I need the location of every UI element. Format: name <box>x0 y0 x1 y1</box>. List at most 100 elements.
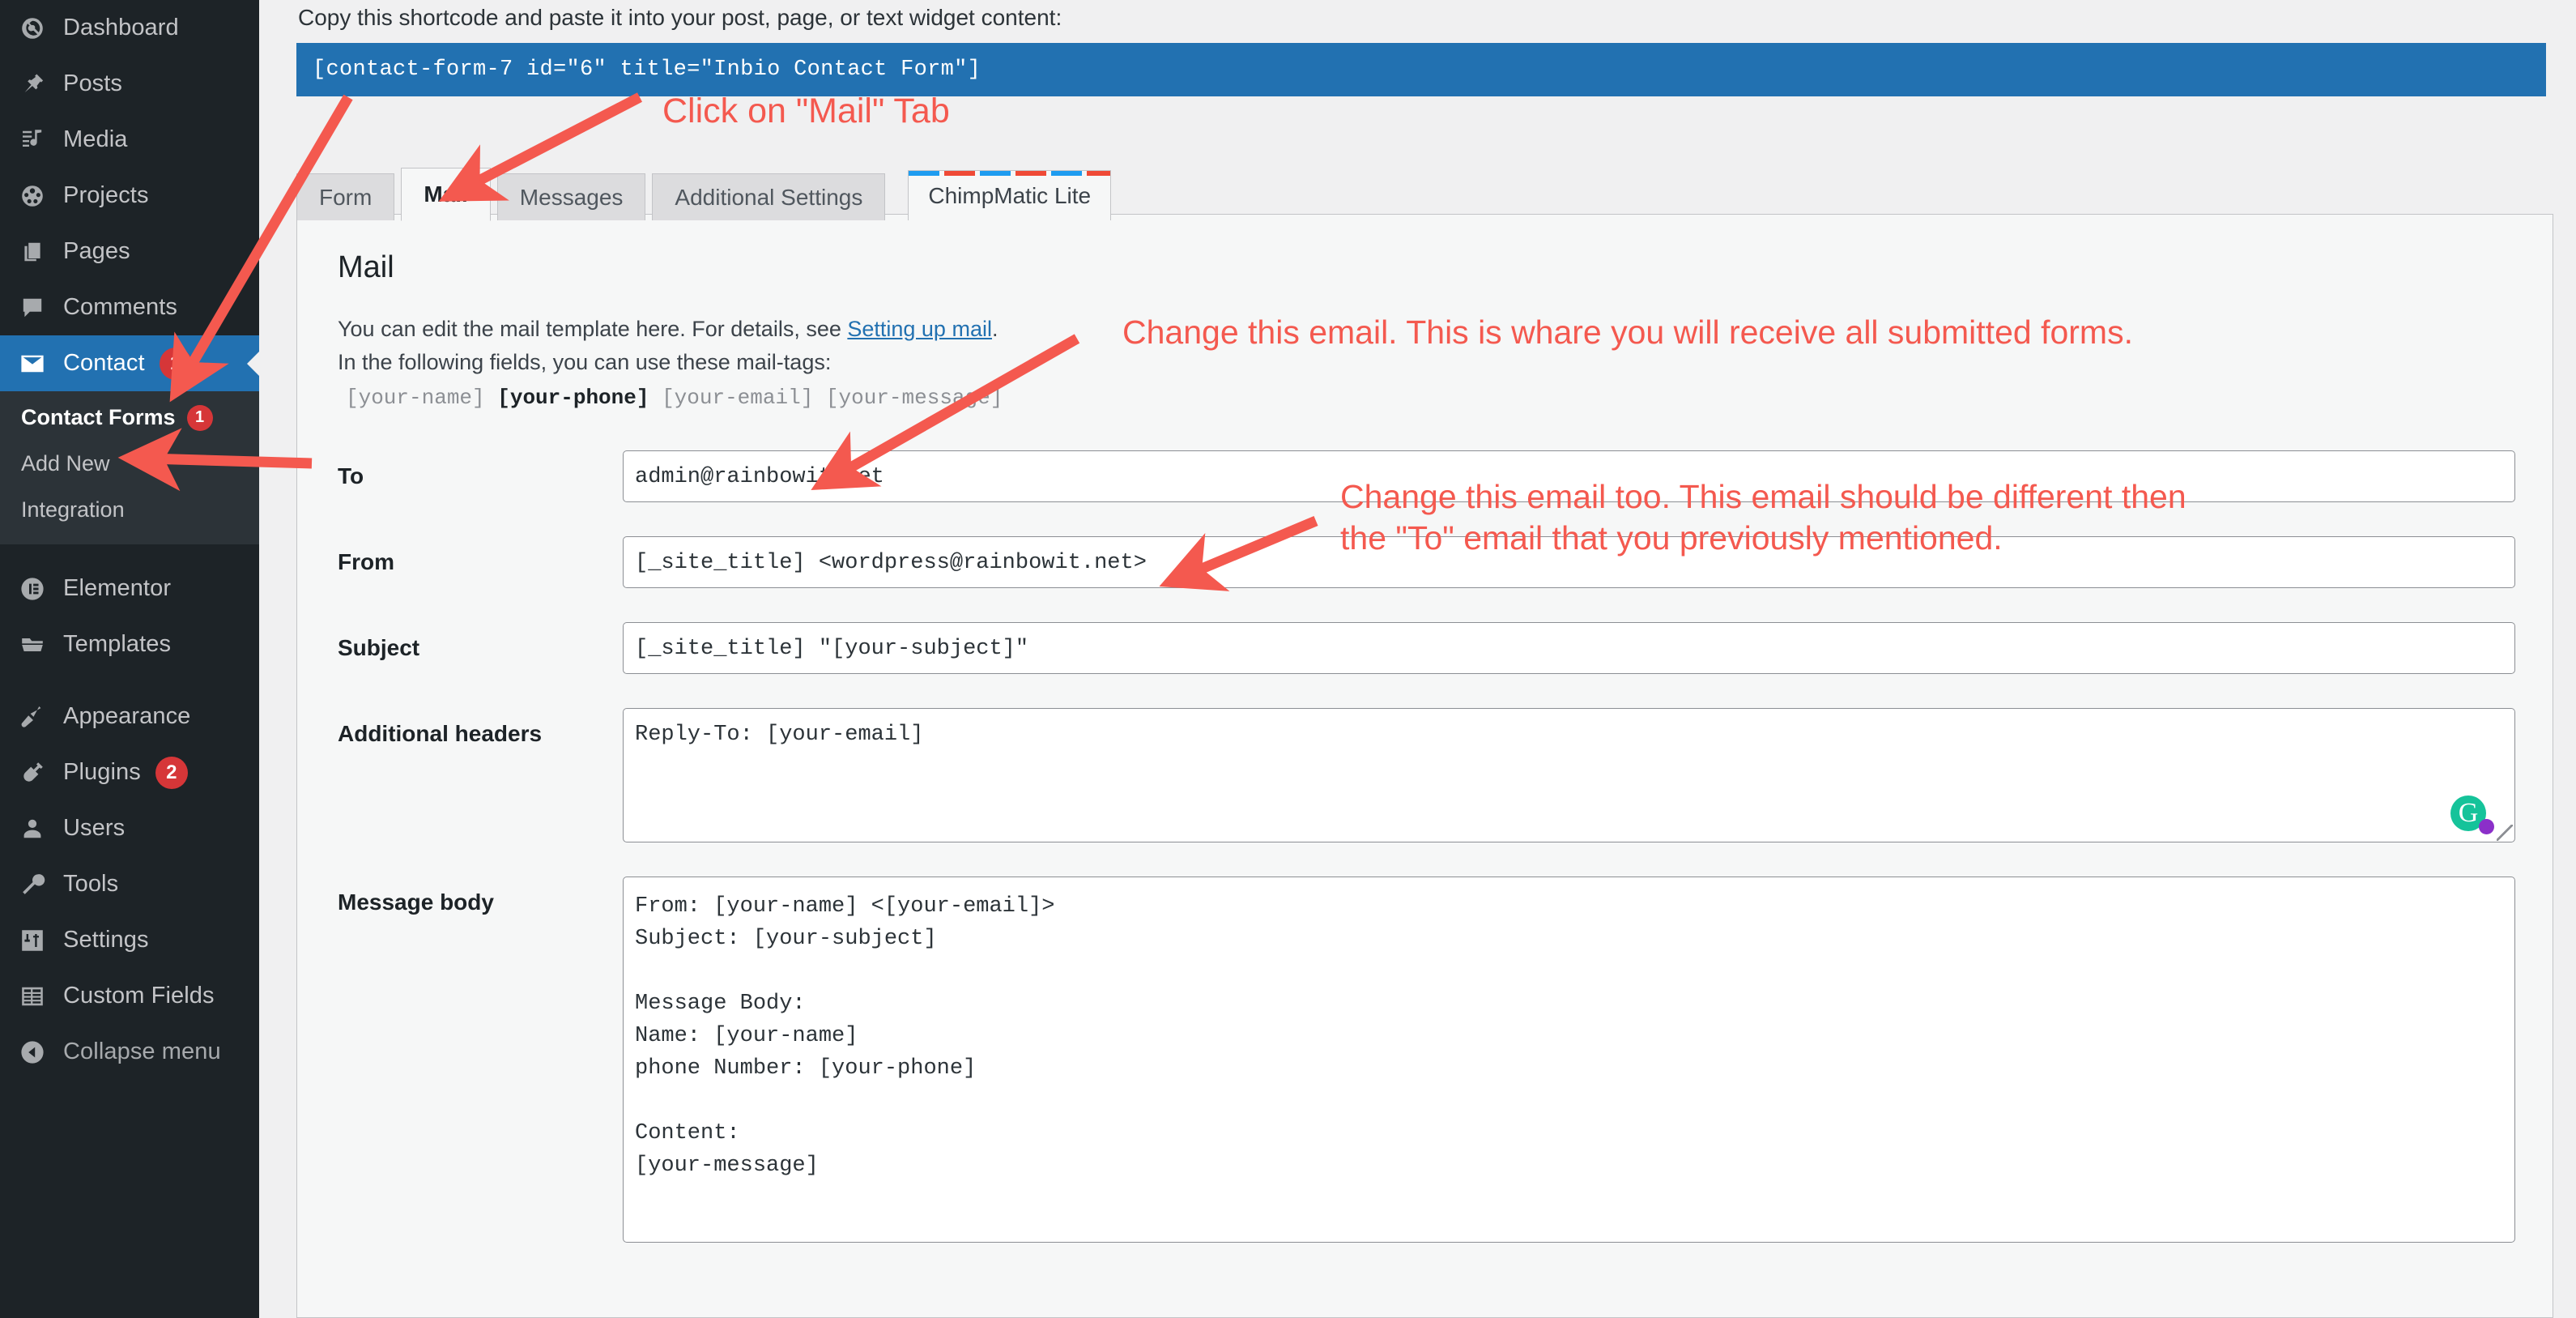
shortcode-value[interactable]: [contact-form-7 id="6" title="Inbio Cont… <box>296 43 2546 96</box>
tab-bar: Form Mail Messages Additional Settings C… <box>296 167 1118 221</box>
contact-submenu: Contact Forms 1 Add New Integration <box>0 391 259 544</box>
mail-tag-name: [your-name] <box>346 386 498 410</box>
mail-tag-phone: [your-phone] <box>497 386 649 410</box>
sidebar-item-contact[interactable]: Contact 1 <box>0 335 259 391</box>
film-icon <box>15 178 50 214</box>
message-body-textarea[interactable]: From: [your-name] <[your-email]> Subject… <box>623 877 2515 1243</box>
sidebar-item-label: Contact <box>63 350 145 376</box>
textarea-resize-handle[interactable] <box>2497 825 2513 841</box>
sidebar-item-label: Pages <box>63 238 130 264</box>
sidebar-item-dashboard[interactable]: Dashboard <box>0 0 259 56</box>
collapse-arrow-icon <box>15 1034 50 1070</box>
sidebar-item-label: Comments <box>63 294 177 320</box>
wrench-icon <box>15 867 50 902</box>
sidebar-item-collapse-menu[interactable]: Collapse menu <box>0 1024 259 1080</box>
mail-settings-panel: Mail You can edit the mail template here… <box>296 214 2553 1318</box>
tab-messages[interactable]: Messages <box>496 173 646 220</box>
envelope-icon <box>15 346 50 382</box>
sidebar-item-label: Posts <box>63 70 123 96</box>
message-body-wrap: From: [your-name] <[your-email]> Subject… <box>623 877 2515 1243</box>
sidebar-item-label: Settings <box>63 927 149 953</box>
desc-text-1: You can edit the mail template here. For… <box>338 317 848 341</box>
sidebar-item-label: Projects <box>63 182 149 208</box>
sidebar-item-users[interactable]: Users <box>0 800 259 856</box>
mail-tags-list: [your-name] [your-phone] [your-email] [y… <box>334 379 2515 416</box>
sidebar-item-custom-fields[interactable]: Custom Fields <box>0 968 259 1024</box>
sidebar-item-label: Dashboard <box>63 15 179 41</box>
plug-icon <box>15 755 50 791</box>
tab-label: Form <box>319 184 373 210</box>
tab-additional-settings[interactable]: Additional Settings <box>652 173 886 220</box>
subject-label: Subject <box>338 635 420 660</box>
to-label: To <box>338 463 364 488</box>
to-input[interactable]: admin@rainbowit.net <box>623 450 2515 502</box>
sidebar-item-label: Media <box>63 126 128 152</box>
additional-headers-textarea[interactable]: Reply-To: [your-email] <box>623 708 2515 842</box>
sidebar-item-comments[interactable]: Comments <box>0 279 259 335</box>
status-badge: 1 <box>186 404 213 431</box>
panel-description: You can edit the mail template here. For… <box>334 313 2515 379</box>
sidebar-item-label: Templates <box>63 631 172 657</box>
folder-icon <box>15 627 50 663</box>
from-input[interactable]: [_site_title] <wordpress@rainbowit.net> <box>623 536 2515 588</box>
sidebar-item-plugins[interactable]: Plugins 2 <box>0 744 259 800</box>
shortcode-hint: Copy this shortcode and paste it into yo… <box>298 5 1062 30</box>
sidebar-item-posts[interactable]: Posts <box>0 56 259 112</box>
submenu-item-label: Contact Forms <box>21 405 176 429</box>
submenu-item-label: Add New <box>21 451 110 476</box>
sidebar-item-label: Appearance <box>63 703 191 729</box>
submenu-item-contact-forms[interactable]: Contact Forms 1 <box>0 395 259 441</box>
sidebar-item-media[interactable]: Media <box>0 112 259 168</box>
submenu-item-label: Integration <box>21 497 125 522</box>
setting-up-mail-link[interactable]: Setting up mail <box>847 317 992 341</box>
tab-label: Messages <box>519 184 624 210</box>
sidebar-item-appearance[interactable]: Appearance <box>0 689 259 744</box>
desc-line2: In the following fields, you can use the… <box>338 350 832 374</box>
sidebar-divider <box>0 672 259 689</box>
main-content: Copy this shortcode and paste it into yo… <box>259 0 2576 1318</box>
sidebar-item-label: Tools <box>63 871 119 897</box>
additional-headers-wrap: Reply-To: [your-email] G <box>623 708 2515 842</box>
sidebar-item-elementor[interactable]: Elementor <box>0 561 259 616</box>
page-title: Mail <box>338 250 394 284</box>
mail-tag-rest: [your-email] [your-message] <box>649 386 1003 410</box>
additional-headers-label: Additional headers <box>338 721 543 746</box>
sidebar-item-label: Elementor <box>63 575 172 601</box>
status-badge: 1 <box>159 347 192 380</box>
settings-icon <box>15 923 50 958</box>
submenu-item-integration[interactable]: Integration <box>0 487 259 533</box>
from-label: From <box>338 549 394 574</box>
sidebar-divider <box>0 544 259 561</box>
pin-icon <box>15 66 50 102</box>
elementor-icon <box>15 571 50 607</box>
tab-label: Mail <box>424 181 468 207</box>
sidebar-item-label: Collapse menu <box>63 1039 221 1064</box>
promo-stripe-icon <box>909 171 1111 176</box>
tab-label: Additional Settings <box>675 184 863 210</box>
message-body-label: Message body <box>338 889 494 915</box>
sidebar-item-templates[interactable]: Templates <box>0 616 259 672</box>
custom-fields-icon <box>15 979 50 1014</box>
submenu-item-add-new[interactable]: Add New <box>0 441 259 487</box>
media-icon <box>15 122 50 158</box>
subject-input[interactable]: [_site_title] "[your-subject]" <box>623 622 2515 674</box>
status-badge: 2 <box>155 756 188 789</box>
user-icon <box>15 811 50 847</box>
field-row-subject: Subject [_site_title] "[your-subject]" <box>334 622 2515 674</box>
grammarly-icon[interactable]: G <box>2450 795 2494 834</box>
field-row-additional-headers: Additional headers Reply-To: [your-email… <box>334 708 2515 842</box>
tab-chimpmatic-lite[interactable]: ChimpMatic Lite <box>908 170 1112 220</box>
tab-mail[interactable]: Mail <box>401 168 491 221</box>
sidebar-item-label: Custom Fields <box>63 983 215 1009</box>
tab-form[interactable]: Form <box>296 173 395 220</box>
tab-label: ChimpMatic Lite <box>928 182 1092 208</box>
sidebar-item-tools[interactable]: Tools <box>0 856 259 912</box>
sidebar-item-label: Users <box>63 815 126 841</box>
comment-icon <box>15 290 50 326</box>
sidebar-item-settings[interactable]: Settings <box>0 912 259 968</box>
grammarly-status-dot <box>2479 819 2494 834</box>
sidebar-item-projects[interactable]: Projects <box>0 168 259 224</box>
sidebar-item-pages[interactable]: Pages <box>0 224 259 279</box>
field-row-to: To admin@rainbowit.net <box>334 450 2515 502</box>
dashboard-icon <box>15 11 50 46</box>
